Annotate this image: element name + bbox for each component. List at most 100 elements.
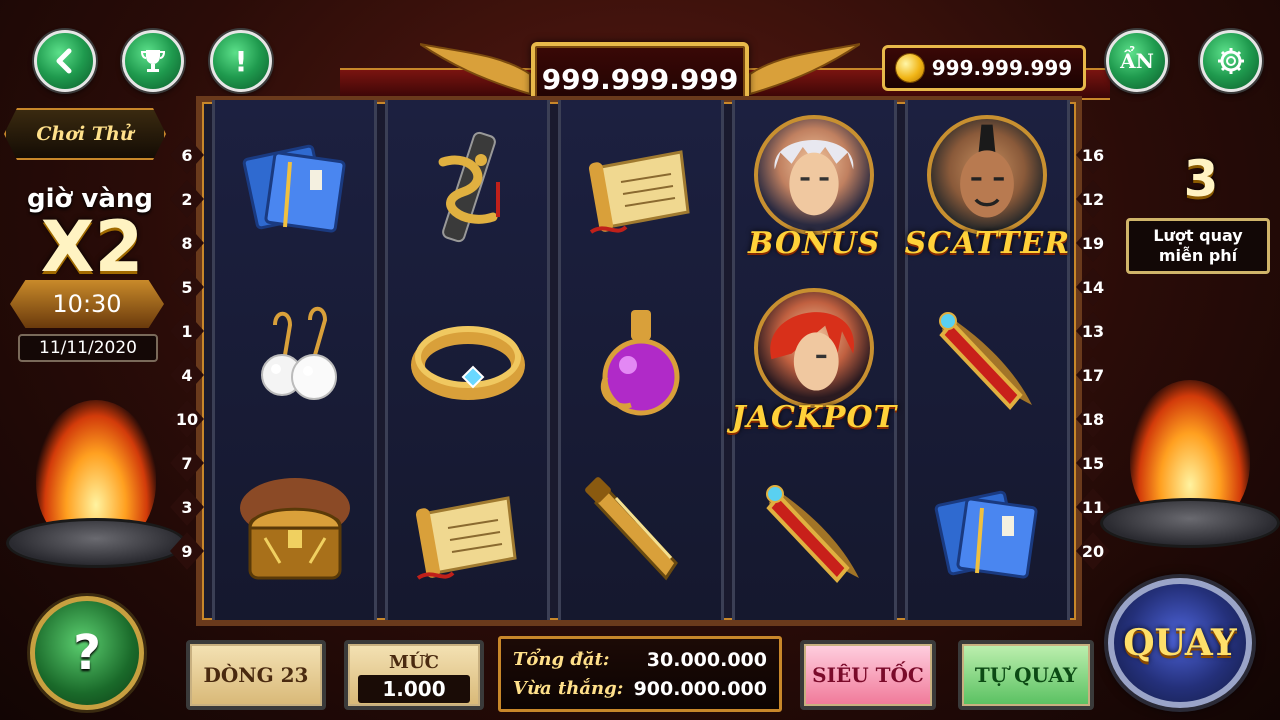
total-bet-row: Tổng đặt: 30.000.000	[513, 649, 767, 671]
reel-cell	[561, 447, 720, 620]
red-hair-character-icon	[770, 312, 855, 391]
gold-hour-time-value: 10:30	[52, 290, 122, 318]
scatter-label: SCATTER	[904, 226, 1071, 262]
line-number[interactable]: 10	[170, 400, 204, 438]
line-number[interactable]: 9	[170, 532, 204, 570]
reel-1	[212, 100, 378, 620]
line-number[interactable]: 16	[1076, 136, 1110, 174]
jackpot-character-avatar	[754, 287, 875, 408]
leaderboard-button[interactable]	[122, 30, 184, 92]
last-win-row: Vừa thắng: 900.000.000	[513, 678, 767, 700]
jackpot-label: JACKPOT	[731, 399, 897, 435]
turbo-label: SIÊU TỐC	[812, 663, 924, 687]
free-spins-label-line1: Lượt quay	[1153, 226, 1243, 245]
reel-cell: JACKPOT	[731, 273, 896, 446]
reel-cell	[215, 100, 374, 273]
question-icon: ?	[73, 625, 101, 681]
reel-4: BONUS JACKPOT	[731, 100, 897, 620]
trophy-icon	[140, 50, 166, 72]
try-play-button[interactable]: Chơi Thử	[4, 108, 166, 160]
line-number[interactable]: 14	[1076, 268, 1110, 306]
last-win-label: Vừa thắng:	[513, 678, 624, 699]
line-number[interactable]: 8	[170, 224, 204, 262]
ring-icon	[410, 325, 525, 400]
line-number[interactable]: 6	[170, 136, 204, 174]
line-number[interactable]: 17	[1076, 356, 1110, 394]
reel-cell	[735, 447, 894, 620]
earrings-icon	[260, 306, 337, 400]
reel-3	[558, 100, 724, 620]
gold-hour-date-value: 11/11/2020	[39, 338, 137, 358]
reel-cell	[561, 273, 720, 446]
hide-button[interactable]: ẨN	[1106, 30, 1168, 92]
turbo-button[interactable]: SIÊU TỐC	[800, 640, 936, 710]
chevron-left-icon	[56, 48, 72, 74]
spin-button[interactable]: QUAY	[1108, 578, 1252, 708]
reel-cell	[388, 100, 547, 273]
try-play-label: Chơi Thử	[36, 123, 134, 145]
line-number[interactable]: 20	[1076, 532, 1110, 570]
gold-hour-date: 11/11/2020	[18, 334, 158, 362]
reel-cell	[388, 447, 547, 620]
bonus-label: BONUS	[748, 226, 881, 262]
mohawk-character-icon	[960, 124, 1015, 218]
line-number[interactable]: 3	[170, 488, 204, 526]
free-spins-count: 3	[1183, 150, 1219, 208]
line-number[interactable]: 18	[1076, 400, 1110, 438]
reel-cell	[908, 447, 1067, 620]
bet-level-value: 1.000	[358, 674, 470, 703]
bet-level-button[interactable]: MỨC 1.000	[344, 640, 484, 710]
jackpot-value: 999.999.999	[541, 62, 739, 96]
back-button[interactable]	[34, 30, 96, 92]
line-number[interactable]: 12	[1076, 180, 1110, 218]
line-number[interactable]: 4	[170, 356, 204, 394]
right-line-numbers: 16 12 19 14 13 17 18 15 11 20	[1076, 136, 1110, 576]
potion-icon	[601, 309, 680, 416]
line-number[interactable]: 19	[1076, 224, 1110, 262]
bonus-character-avatar	[754, 114, 875, 235]
line-number[interactable]: 1	[170, 312, 204, 350]
free-spins-label: Lượt quay miễn phí	[1126, 218, 1270, 274]
line-number[interactable]: 7	[170, 444, 204, 482]
flame-sword-icon	[766, 485, 860, 584]
line-number[interactable]: 2	[170, 180, 204, 218]
reel-cell	[908, 273, 1067, 446]
flame-sword-icon	[939, 311, 1033, 410]
treasure-chest-icon	[239, 478, 350, 580]
hide-label: ẨN	[1120, 49, 1154, 73]
line-number[interactable]: 5	[170, 268, 204, 306]
scatter-character-avatar	[927, 114, 1048, 235]
reel-cell: SCATTER	[905, 100, 1069, 273]
reel-cell	[215, 273, 374, 446]
scroll-icon	[415, 496, 517, 581]
line-number[interactable]: 11	[1076, 488, 1110, 526]
coin-icon	[895, 54, 924, 82]
total-bet-value: 30.000.000	[646, 648, 767, 671]
left-line-numbers: 6 2 8 5 1 4 10 7 3 9	[170, 136, 204, 576]
reel-cell: BONUS	[735, 100, 894, 273]
bet-level-label: MỨC	[389, 651, 439, 673]
info-button[interactable]: !	[210, 30, 272, 92]
reel-cell	[388, 273, 547, 446]
reels-grid: BONUS JACKPOT SCATTER	[212, 100, 1070, 620]
auto-spin-button[interactable]: TỰ QUAY	[958, 640, 1094, 710]
scroll-icon	[588, 149, 690, 234]
coin-balance-value: 999.999.999	[931, 56, 1073, 80]
line-number[interactable]: 13	[1076, 312, 1110, 350]
sword-icon	[585, 477, 678, 581]
exclamation-icon: !	[234, 44, 248, 78]
reel-2	[385, 100, 551, 620]
gold-hour-multiplier: X2	[40, 206, 144, 288]
book-icon	[242, 144, 346, 233]
bet-summary-panel: Tổng đặt: 30.000.000 Vừa thắng: 900.000.…	[498, 636, 782, 712]
gear-icon	[1218, 48, 1244, 74]
line-select-button[interactable]: DÒNG 23	[186, 640, 326, 710]
game-screen: ! ẨN 999.999.999 999.999.999 BONUS JACKP…	[0, 0, 1280, 720]
dragon-scroll-icon	[438, 131, 500, 242]
line-number[interactable]: 15	[1076, 444, 1110, 482]
coin-balance: 999.999.999	[882, 45, 1086, 91]
settings-button[interactable]	[1200, 30, 1262, 92]
spin-label: QUAY	[1123, 622, 1237, 664]
gold-hour-time: 10:30	[10, 280, 164, 328]
help-button[interactable]: ?	[30, 596, 144, 710]
